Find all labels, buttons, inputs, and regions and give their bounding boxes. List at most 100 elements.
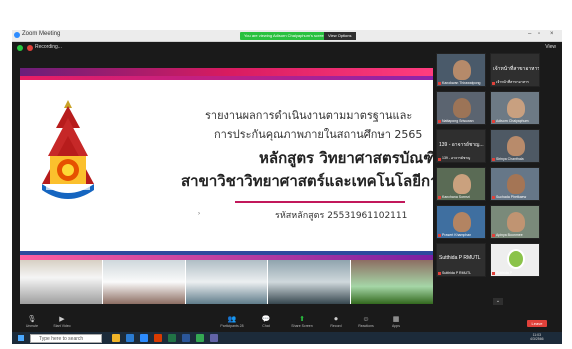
participant-video (453, 60, 471, 80)
zoom-logo-icon (14, 32, 20, 38)
slide-title-line-2: การประกันคุณภาพภายในสถานศึกษา 2565 (214, 128, 423, 141)
muted-mic-icon (438, 234, 441, 237)
participant-name: Adisorn Chaiyaphum (496, 119, 529, 123)
muted-mic-icon (492, 120, 495, 123)
share-screen-icon: ⬆ (299, 316, 305, 323)
participants-button[interactable]: 👥 Participants 28 (218, 315, 246, 332)
program-name: หลักสูตร วิทยาศาสตรบัณฑิต (259, 149, 433, 167)
view-button[interactable]: View (545, 44, 556, 50)
unmute-button[interactable]: 🎙 Unmute (18, 315, 46, 332)
powerpoint-icon[interactable] (154, 334, 162, 342)
participant-tile[interactable]: Sutthida P RMUTL Sutthida P RMUTL (436, 243, 486, 277)
excel-icon[interactable] (168, 334, 176, 342)
participant-tile[interactable]: Nattapong Srisuwan (436, 91, 486, 125)
participant-video (507, 212, 525, 232)
apps-icon: ▦ (392, 316, 400, 323)
chat-button[interactable]: 💬 Chat (252, 315, 280, 332)
close-icon[interactable]: × (550, 31, 554, 37)
lab-photo-1 (20, 260, 102, 304)
control-label: Start Video (53, 324, 71, 328)
participant-name: Kanchana Sornsri (442, 195, 470, 199)
participant-tile[interactable]: Suchada Phetkaew (490, 167, 540, 201)
minimize-icon[interactable]: – (528, 31, 531, 37)
participant-display-name: 139 - อาจารย์ชาญ... (439, 142, 484, 148)
control-label: Apps (392, 324, 400, 328)
lab-photo-4 (268, 260, 351, 304)
zoom-taskbar-icon[interactable] (140, 334, 148, 342)
word-icon[interactable] (182, 334, 190, 342)
participant-name: Sutthida P (496, 271, 513, 275)
teams-icon[interactable] (210, 334, 218, 342)
muted-mic-icon (492, 272, 495, 275)
gallery-scroll-down-icon[interactable]: ⌄ (493, 298, 503, 305)
participant-video (507, 98, 525, 118)
participant-tile[interactable]: Kanchana Sornsri (436, 167, 486, 201)
control-label: Unmute (25, 324, 39, 328)
muted-mic-icon (492, 158, 495, 161)
participant-name: Suchada Phetkaew (496, 195, 527, 199)
participant-tile[interactable]: Adisorn Chaiyaphum (490, 91, 540, 125)
start-video-button[interactable]: ▶ Start Video (48, 315, 76, 332)
participant-display-name: เจ้าหน้าที่สาขาอาหาร... (493, 66, 540, 72)
participant-gallery: Kanokwan Thirawatpong เจ้าหน้าที่สาขาอาหา… (436, 53, 544, 281)
window-title: Zoom Meeting (22, 31, 61, 37)
control-label: Reactions (358, 324, 374, 328)
major-name: สาขาวิชาวิทยาศาสตร์และเทคโนโลยีการอาหาร (181, 172, 433, 190)
photo-strip (20, 260, 433, 304)
participant-name: Kanokwan Thirawatpong (442, 81, 481, 85)
edge-icon[interactable] (126, 334, 134, 342)
participant-tile[interactable]: เจ้าหน้าที่สาขาอาหาร... เจ้าหน้าที่สาขาอา… (490, 53, 540, 87)
muted-mic-icon (438, 196, 441, 199)
participant-tile[interactable]: Sirinya Chanthala (490, 129, 540, 163)
chrome-icon[interactable] (196, 334, 204, 342)
participant-video (453, 212, 471, 232)
maximize-icon[interactable]: ▫ (538, 31, 540, 37)
participant-display-name: Sutthida P RMUTL (439, 255, 481, 261)
participant-video (453, 174, 471, 194)
participant-name: 139 - อาจารย์ชาญ (442, 156, 471, 160)
participant-name: Nattapong Srisuwan (442, 119, 474, 123)
meeting-controls: 🎙 Unmute ▶ Start Video 👥 Participants 28 💬 Chat… (12, 315, 562, 332)
record-button[interactable]: ⏺ Record (322, 315, 350, 332)
reactions-button[interactable]: ☺ Reactions (352, 315, 380, 332)
taskbar-clock: 11:03 4/3/2566 (530, 333, 544, 341)
title-bar: Zoom Meeting You are viewing Adisorn Cha… (12, 30, 562, 42)
apps-button[interactable]: ▦ Apps (382, 315, 410, 332)
file-explorer-icon[interactable] (112, 334, 120, 342)
participant-name: Prasert Khamphan (442, 233, 472, 237)
video-icon: ▶ (59, 316, 65, 323)
reactions-icon: ☺ (362, 316, 370, 323)
chat-icon: 💬 (261, 316, 271, 323)
control-label: Share Screen (291, 324, 313, 328)
control-label: Participants 28 (220, 324, 244, 328)
participant-tile[interactable]: Apinya Boonmee (490, 205, 540, 239)
participant-tile[interactable]: 139 - อาจารย์ชาญ... 139 - อาจารย์ชาญ (436, 129, 486, 163)
participant-video (507, 136, 525, 156)
leave-button[interactable]: Leave (527, 320, 547, 327)
muted-mic-icon (438, 120, 441, 123)
windows-start-icon[interactable] (18, 335, 24, 341)
participant-name: เจ้าหน้าที่สาขาอาหาร (496, 80, 529, 84)
participant-tile[interactable]: Kanokwan Thirawatpong (436, 53, 486, 87)
view-options-button[interactable]: View Options (324, 32, 356, 40)
arrow-icon: › (198, 211, 200, 217)
university-emblem-icon (42, 100, 94, 199)
muted-mic-icon (492, 234, 495, 237)
participant-tile[interactable]: Prasert Khamphan (436, 205, 486, 239)
control-label: Chat (262, 324, 270, 328)
share-screen-button[interactable]: ⬆ Share Screen (288, 315, 316, 332)
muted-mic-icon (438, 272, 441, 275)
participant-tile[interactable]: Sutthida P (490, 243, 540, 277)
security-icon[interactable] (17, 45, 23, 51)
slide-top-stripe-2 (20, 76, 433, 80)
participant-avatar-logo (507, 249, 525, 269)
clock-date: 4/3/2566 (530, 337, 544, 341)
recording-icon (27, 45, 33, 51)
share-banner: You are viewing Adisorn Chaiyaphum's scr… (240, 32, 330, 40)
taskbar-search-input[interactable]: Type here to search (30, 334, 102, 343)
control-label: Record (330, 324, 342, 328)
participant-video (507, 174, 525, 194)
participant-name: Apinya Boonmee (496, 233, 523, 237)
lab-photo-3 (185, 260, 268, 304)
muted-mic-icon (492, 82, 495, 85)
